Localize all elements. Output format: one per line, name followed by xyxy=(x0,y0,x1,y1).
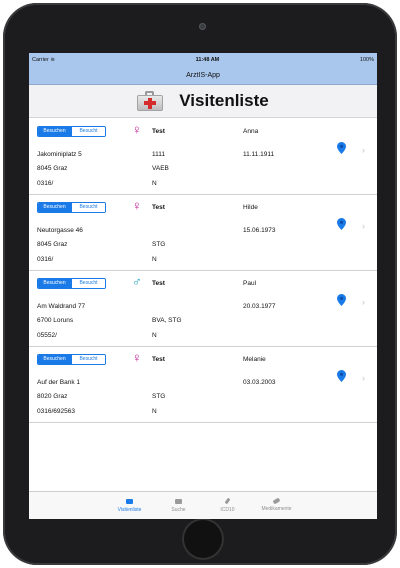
visit-segment-button[interactable]: Besuchen xyxy=(38,355,71,364)
tab-icd10[interactable]: ICD10 xyxy=(203,492,252,519)
medical-kit-icon xyxy=(137,91,164,111)
patient-firstname: Paul xyxy=(243,280,257,287)
visited-segment-button[interactable]: Besucht xyxy=(71,355,105,364)
patient-card[interactable]: Besuchen Besucht ♀ Test Hilde Neutorgass… xyxy=(29,195,377,271)
navigation-bar: ArztIS-App xyxy=(29,67,377,85)
female-icon: ♀ xyxy=(132,350,142,365)
ipad-frame: Carrier ≋ 11:48 AM 100% ArztIS-App Visit… xyxy=(3,3,397,565)
patient-lastname: Test xyxy=(152,356,165,363)
patient-card[interactable]: Besuchen Besucht ♂ Test Paul Am Waldrand… xyxy=(29,271,377,347)
patient-street: Jakominiplatz 5 xyxy=(37,151,82,158)
visited-segment-button[interactable]: Besucht xyxy=(71,279,105,288)
briefcase-icon xyxy=(126,498,133,504)
tag-icon xyxy=(224,497,231,505)
female-icon: ♀ xyxy=(132,122,142,137)
patient-card[interactable]: Besuchen Besucht ♀ Test Anna Jakominipla… xyxy=(29,119,377,195)
male-icon: ♂ xyxy=(132,274,142,289)
patient-code: 1111 xyxy=(152,151,166,158)
app-title: ArztIS-App xyxy=(186,72,220,79)
chevron-right-icon[interactable]: › xyxy=(362,297,365,307)
patient-street: Neutorgasse 46 xyxy=(37,227,83,234)
clock: 11:48 AM xyxy=(195,57,220,63)
tab-medikamente[interactable]: Medikamente xyxy=(252,492,301,519)
tab-label: Medikamente xyxy=(261,506,292,512)
patient-birthdate: 03.03.2003 xyxy=(243,379,276,386)
patient-city: 8045 Graz xyxy=(37,165,68,172)
page-title: Visitenliste xyxy=(179,91,269,110)
tab-suche[interactable]: Suche xyxy=(154,492,203,519)
chevron-right-icon[interactable]: › xyxy=(362,373,365,383)
patient-street: Auf der Bank 1 xyxy=(37,379,80,386)
visit-status-segment[interactable]: Besuchen Besucht xyxy=(37,126,106,137)
camera xyxy=(199,23,206,30)
patient-lastname: Test xyxy=(152,128,165,135)
map-pin-icon[interactable] xyxy=(337,294,346,306)
patient-lastname: Test xyxy=(152,204,165,211)
tab-label: Suche xyxy=(171,506,186,513)
map-pin-icon[interactable] xyxy=(337,142,346,154)
patient-insurance: STG xyxy=(152,393,166,400)
tab-bar: Visitenliste Suche ICD10 Medikamente xyxy=(29,491,377,519)
visited-segment-button[interactable]: Besucht xyxy=(71,203,105,212)
chevron-right-icon[interactable]: › xyxy=(362,221,365,231)
battery-label: 100% xyxy=(359,57,374,63)
patient-firstname: Hilde xyxy=(243,204,258,211)
patient-lastname: Test xyxy=(152,280,165,287)
patient-flag: N xyxy=(152,408,157,415)
tab-visitenliste[interactable]: Visitenliste xyxy=(105,492,154,519)
visit-segment-button[interactable]: Besuchen xyxy=(38,279,71,288)
home-button[interactable] xyxy=(182,518,224,560)
patient-firstname: Anna xyxy=(243,128,259,135)
patient-insurance: BVA, STG xyxy=(152,317,182,324)
patient-flag: N xyxy=(152,256,157,263)
visit-status-segment[interactable]: Besuchen Besucht xyxy=(37,354,106,365)
app-screen: Carrier ≋ 11:48 AM 100% ArztIS-App Visit… xyxy=(29,53,377,519)
page-header: Visitenliste xyxy=(29,85,377,118)
visit-status-segment[interactable]: Besuchen Besucht xyxy=(37,202,106,213)
patient-phone: 0316/ xyxy=(37,256,54,263)
patient-city: 6700 Loruns xyxy=(37,317,74,324)
patient-birthdate: 15.06.1973 xyxy=(243,227,276,234)
patient-insurance: VAEB xyxy=(152,165,169,172)
patient-city: 8020 Graz xyxy=(37,393,68,400)
carrier-label: Carrier ≋ xyxy=(32,57,55,63)
patient-phone: 05552/ xyxy=(37,332,57,339)
folder-icon xyxy=(175,498,182,504)
map-pin-icon[interactable] xyxy=(337,218,346,230)
patient-birthdate: 20.03.1977 xyxy=(243,303,276,310)
patient-phone: 0316/ xyxy=(37,180,54,187)
female-icon: ♀ xyxy=(132,198,142,213)
tab-label: ICD10 xyxy=(220,507,235,513)
map-pin-icon[interactable] xyxy=(337,370,346,382)
pill-icon xyxy=(272,497,281,505)
patient-firstname: Melanie xyxy=(243,356,266,363)
patient-phone: 0316/692563 xyxy=(37,408,75,415)
patient-birthdate: 11.11.1911 xyxy=(243,151,275,158)
patient-city: 8045 Graz xyxy=(37,241,68,248)
patient-card[interactable]: Besuchen Besucht ♀ Test Melanie Auf der … xyxy=(29,347,377,423)
tab-label: Visitenliste xyxy=(117,506,142,513)
patient-list: Besuchen Besucht ♀ Test Anna Jakominipla… xyxy=(29,119,377,423)
visited-segment-button[interactable]: Besucht xyxy=(71,127,105,136)
patient-insurance: STG xyxy=(152,241,166,248)
patient-street: Am Waldrand 77 xyxy=(37,303,86,310)
visit-segment-button[interactable]: Besuchen xyxy=(38,203,71,212)
chevron-right-icon[interactable]: › xyxy=(362,145,365,155)
visit-segment-button[interactable]: Besuchen xyxy=(38,127,71,136)
patient-flag: N xyxy=(152,180,157,187)
patient-flag: N xyxy=(152,332,157,339)
visit-status-segment[interactable]: Besuchen Besucht xyxy=(37,278,106,289)
status-bar: Carrier ≋ 11:48 AM 100% xyxy=(29,53,377,67)
